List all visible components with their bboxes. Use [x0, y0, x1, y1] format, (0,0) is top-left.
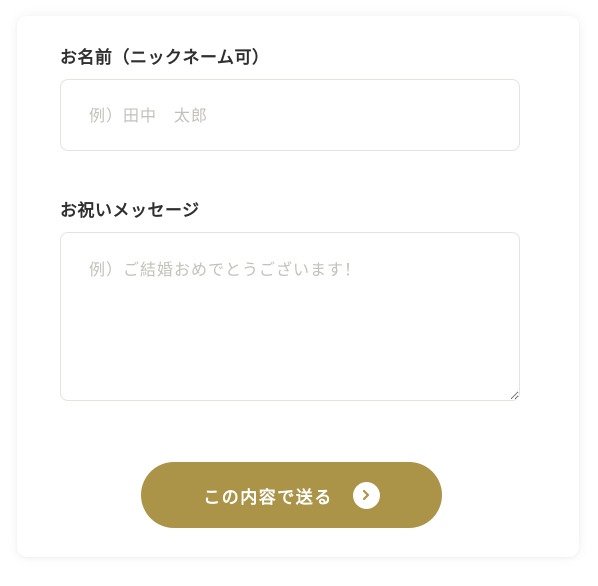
submit-button[interactable]: この内容で送る [141, 462, 442, 528]
chevron-right-circle-icon [352, 481, 380, 509]
name-input[interactable] [60, 79, 520, 151]
submit-button-label: この内容で送る [203, 487, 333, 508]
message-label: お祝いメッセージ [60, 201, 200, 221]
message-textarea[interactable] [60, 232, 520, 401]
name-label: お名前（ニックネーム可） [60, 48, 270, 68]
